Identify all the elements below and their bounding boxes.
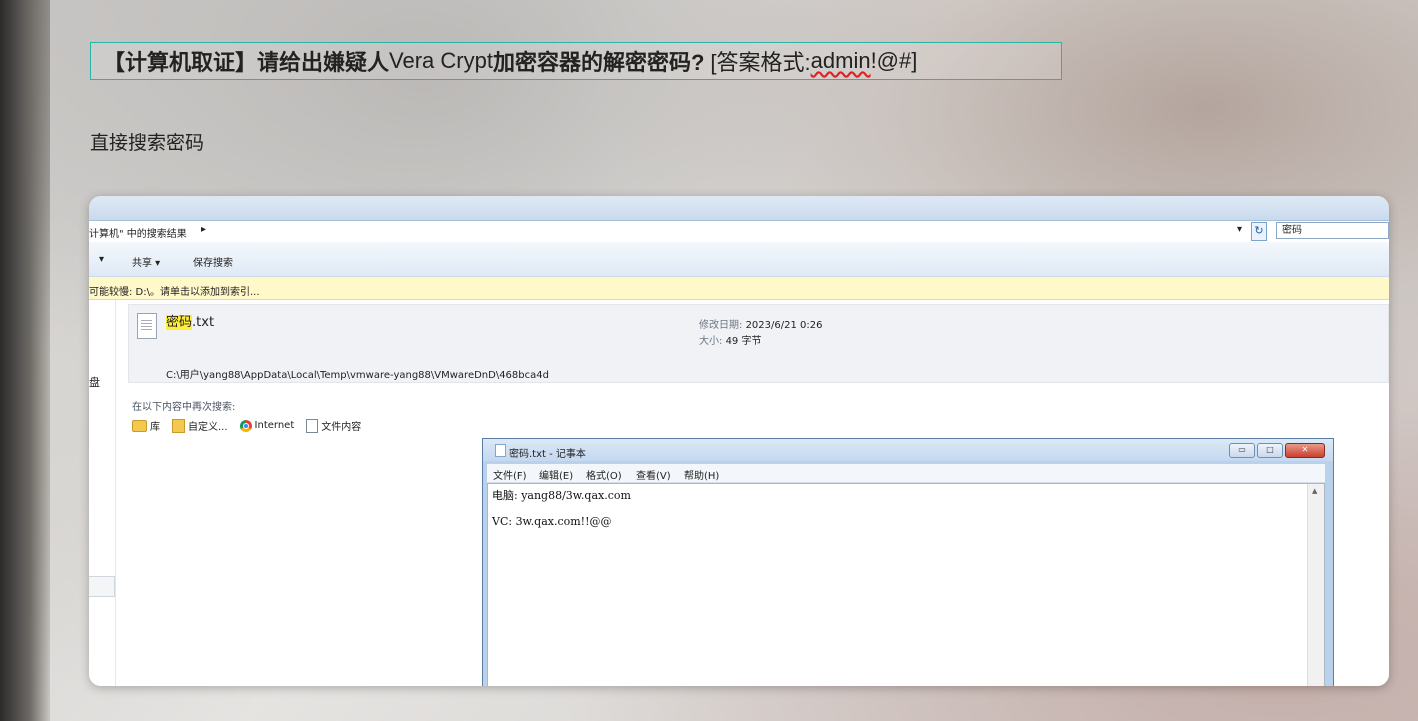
modified-label: 修改日期: (699, 320, 743, 331)
window-controls: ▭ □ ✕ (1229, 443, 1325, 458)
menu-edit[interactable]: 编辑(E) (539, 467, 573, 482)
location-label: Internet (254, 420, 295, 431)
search-locations: 库 自定义... Internet 文件内容 (132, 418, 361, 433)
result-path: C:\用户\yang88\AppData\Local\Temp\vmware-y… (166, 370, 549, 381)
chevron-right-icon[interactable]: ▸ (201, 224, 206, 235)
menu-format[interactable]: 格式(O) (586, 467, 622, 482)
answer-example: admin (810, 48, 871, 73)
location-label: 自定义... (188, 422, 228, 433)
search-input[interactable]: 密码 (1276, 222, 1389, 239)
document-search-icon (306, 418, 319, 433)
background-edge (0, 0, 50, 721)
notepad-menubar: 文件(F) 编辑(E) 格式(O) 查看(V) 帮助(H) (487, 464, 1325, 483)
search-result-item[interactable]: 密码.txt 修改日期: 2023/6/21 0:26 大小: 49 字节 C:… (128, 304, 1389, 383)
notepad-title: 密码.txt - 记事本 (509, 449, 586, 460)
result-name-highlight: 密码 (166, 315, 193, 330)
question-title: 【计算机取证】请给出嫌疑人 Vera Crypt 加密容器的解密密码? [答案格式: a… (90, 42, 1062, 80)
chrome-icon (239, 419, 252, 432)
refresh-icon[interactable]: ↻ (1251, 222, 1267, 241)
notepad-icon (495, 444, 506, 457)
intro-text: 直接搜索密码 (90, 132, 205, 154)
text-line: 电脑: yang88/3w.qax.com (492, 489, 631, 502)
location-library[interactable]: 库 (132, 418, 160, 433)
notepad-window: 密码.txt - 记事本 ▭ □ ✕ 文件(F) 编辑(E) 格式(O) 查看(… (482, 438, 1334, 686)
result-size: 大小: 49 字节 (699, 332, 761, 347)
screenshot-image: 计算机" 中的搜索结果 ▸ ▾ ↻ 密码 ▾ 共享 ▾ 保存搜索 可能较慢: D… (89, 196, 1389, 686)
toolbar: ▾ 共享 ▾ 保存搜索 (89, 242, 1389, 277)
text-file-icon (137, 313, 157, 339)
question-part1: 【计算机取证】请给出嫌疑人 (103, 50, 390, 75)
question-part4: [答案格式: (710, 50, 811, 75)
nav-scroll-button[interactable] (89, 576, 115, 597)
question-part5: !@#] (870, 48, 918, 73)
address-bar[interactable]: 计算机" 中的搜索结果 ▸ ▾ ↻ 密码 (89, 220, 1389, 243)
window-titlebar (89, 196, 1389, 220)
question-part2: Vera Crypt (389, 48, 493, 73)
notepad-titlebar[interactable]: 密码.txt - 记事本 ▭ □ ✕ (483, 439, 1333, 461)
infobar-text: 可能较慢: D:\。请单击以添加到索引... (89, 287, 260, 298)
text-line: VC: 3w.qax.com!!@@ (492, 515, 612, 528)
location-label: 库 (150, 422, 160, 433)
navigation-pane: 盘 (89, 300, 116, 686)
size-label: 大小: (699, 336, 723, 347)
size-value: 49 字节 (725, 336, 762, 347)
close-button[interactable]: ✕ (1285, 443, 1325, 458)
notepad-text-area[interactable]: 电脑: yang88/3w.qax.com VC: 3w.qax.com!!@@ (487, 483, 1325, 686)
folder-icon (172, 418, 185, 433)
save-search-button[interactable]: 保存搜索 (193, 254, 233, 269)
location-label: 文件内容 (321, 422, 362, 433)
chevron-down-icon[interactable]: ▾ (1237, 224, 1242, 235)
nav-item-label[interactable]: 盘 (89, 374, 100, 390)
question-part3: 加密容器的解密密码? (492, 50, 705, 75)
location-internet[interactable]: Internet (239, 419, 295, 432)
vertical-scrollbar[interactable] (1307, 484, 1324, 686)
result-file-name[interactable]: 密码.txt (166, 311, 214, 330)
share-button[interactable]: 共享 ▾ (132, 254, 160, 269)
search-again-label: 在以下内容中再次搜索: (132, 402, 236, 413)
menu-view[interactable]: 查看(V) (636, 467, 671, 482)
menu-help[interactable]: 帮助(H) (684, 467, 719, 482)
address-text: 计算机" 中的搜索结果 (89, 229, 187, 240)
location-file-contents[interactable]: 文件内容 (306, 418, 361, 433)
location-custom[interactable]: 自定义... (172, 418, 228, 433)
result-name-ext: .txt (192, 315, 215, 330)
result-modified: 修改日期: 2023/6/21 0:26 (699, 316, 822, 331)
menu-file[interactable]: 文件(F) (493, 467, 527, 482)
index-infobar[interactable]: 可能较慢: D:\。请单击以添加到索引... (89, 277, 1389, 300)
library-icon (132, 419, 147, 432)
maximize-button[interactable]: □ (1257, 443, 1283, 458)
toolbar-dropdown-icon[interactable]: ▾ (99, 254, 104, 265)
minimize-button[interactable]: ▭ (1229, 443, 1255, 458)
modified-value: 2023/6/21 0:26 (745, 320, 823, 331)
